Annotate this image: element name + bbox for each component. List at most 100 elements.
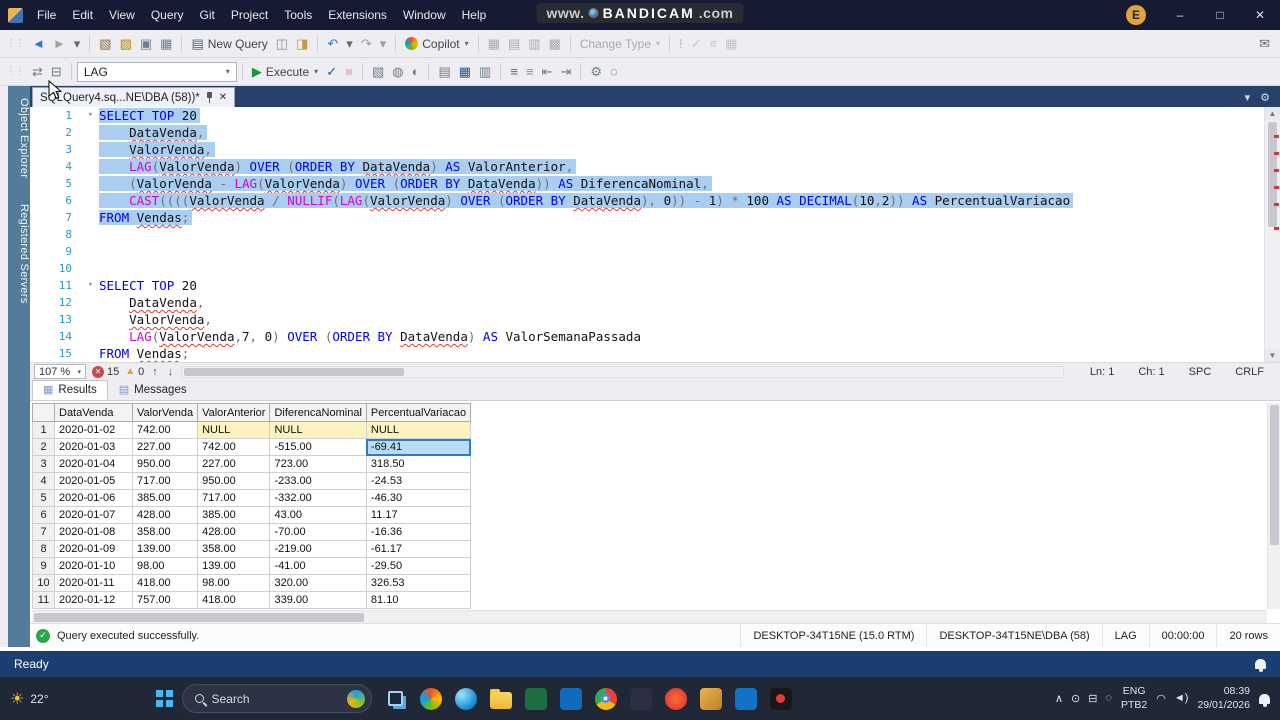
grid-cell[interactable]: 2020-01-07 [54, 506, 133, 524]
menu-git[interactable]: Git [192, 1, 223, 29]
grid-cell[interactable]: 98.00 [131, 557, 199, 575]
code-line-8[interactable]: 8 [30, 226, 1264, 243]
grid-cell[interactable]: 428.00 [131, 506, 199, 524]
bandicam-record-icon[interactable] [769, 687, 792, 710]
grid-cell[interactable]: 98.00 [197, 574, 271, 592]
results-to-text-icon-button[interactable]: ▤ [434, 63, 454, 80]
database-engine-query-icon-button[interactable]: ◨ [292, 35, 312, 52]
grid-cell[interactable]: 227.00 [131, 438, 199, 456]
notification-center-icon[interactable] [1259, 693, 1270, 707]
fold-collapse-icon[interactable]: ▾ [82, 107, 99, 124]
menu-tools[interactable]: Tools [276, 1, 320, 29]
notifications-bell-icon[interactable] [1255, 659, 1266, 672]
column-header-datavenda[interactable]: DataVenda [54, 403, 133, 422]
grid-cell[interactable]: 385.00 [197, 506, 271, 524]
scroll-down-icon[interactable]: ▼ [1265, 349, 1280, 362]
save-all-icon-button[interactable]: ▦ [156, 35, 176, 52]
grid-cell[interactable]: 2020-01-09 [54, 540, 133, 558]
grid-cell[interactable]: 757.00 [131, 591, 199, 609]
menu-view[interactable]: View [101, 1, 143, 29]
pin-icon[interactable] [206, 92, 213, 103]
grid-cell[interactable]: 950.00 [131, 455, 199, 473]
volume-icon[interactable]: ◄) [1174, 692, 1189, 705]
copilot-button[interactable]: Copilot ▾ [401, 35, 472, 53]
code-line-7[interactable]: 7 FROM Vendas; [30, 209, 1264, 226]
code-line-4[interactable]: 4 LAG(ValorVenda) OVER (ORDER BY DataVen… [30, 158, 1264, 175]
error-count-badge[interactable]: ✕ 15 [92, 365, 119, 378]
grid-cell[interactable]: 717.00 [131, 472, 199, 490]
grid-cell[interactable]: 11.17 [365, 506, 472, 524]
query-options-icon-button[interactable]: ⚙ [586, 63, 606, 80]
code-line-11[interactable]: 11 ▾ SELECT TOP 20 [30, 277, 1264, 294]
column-header-valorvenda[interactable]: ValorVenda [131, 403, 199, 422]
code-line-6[interactable]: 6 CAST((((ValorVenda / NULLIF(LAG(ValorV… [30, 192, 1264, 209]
editor-vertical-scrollbar[interactable]: ▲ ▼ [1264, 107, 1280, 362]
nav-back-icon-button[interactable]: ◄ [28, 35, 49, 52]
language-indicator[interactable]: ENG PTB2 [1121, 685, 1147, 711]
camera-icon[interactable]: ⊙ [1071, 692, 1080, 705]
increase-indent-icon-button[interactable]: ⇥ [556, 63, 575, 80]
close-tab-icon[interactable]: ✕ [219, 92, 227, 103]
results-to-file-icon-button[interactable]: ▥ [475, 63, 495, 80]
zoom-selector[interactable]: 107 % ▾ [34, 364, 86, 379]
grid-cell[interactable]: 2020-01-12 [54, 591, 133, 609]
grid-cell[interactable]: -332.00 [269, 489, 367, 507]
grid-cell[interactable]: -16.36 [365, 523, 472, 541]
column-header-valoranterior[interactable]: ValorAnterior [197, 403, 271, 422]
menu-edit[interactable]: Edit [64, 1, 101, 29]
grid-cell[interactable]: -233.00 [269, 472, 367, 490]
data-studio-icon[interactable] [734, 687, 757, 710]
code-editor[interactable]: 1 ▾ SELECT TOP 20 2 DataVenda, 3 ValorVenda,… [30, 107, 1280, 362]
grid-cell[interactable]: 227.00 [197, 455, 271, 473]
grid-cell[interactable]: 339.00 [269, 591, 367, 609]
menu-help[interactable]: Help [454, 1, 495, 29]
usb-device-icon[interactable]: ⊟ [1088, 692, 1097, 705]
messages-tab[interactable]: ▤ Messages [108, 380, 198, 400]
connect-icon-button[interactable]: ⇄ [28, 63, 47, 80]
code-line-13[interactable]: 13 ValorVenda, [30, 311, 1264, 328]
grid-cell[interactable]: 2020-01-08 [54, 523, 133, 541]
grid-cell[interactable]: -24.53 [365, 472, 472, 490]
grid-cell[interactable]: 2020-01-10 [54, 557, 133, 575]
grid-cell[interactable]: -29.50 [365, 557, 472, 575]
next-issue-button[interactable]: ↓ [166, 366, 176, 378]
code-line-2[interactable]: 2 DataVenda, [30, 124, 1264, 141]
comment-selection-icon-button[interactable]: ≡ [506, 63, 522, 80]
intellisense-enabled-icon-button[interactable]: ◌ [606, 63, 622, 80]
menu-project[interactable]: Project [223, 1, 276, 29]
decrease-indent-icon-button[interactable]: ⇤ [538, 63, 557, 80]
grid-cell[interactable]: 2020-01-03 [54, 438, 133, 456]
open-file-icon-button[interactable]: ▨ [116, 35, 136, 52]
warning-count-badge[interactable]: ▲ 0 [125, 366, 144, 378]
grid-cell[interactable]: -46.30 [365, 489, 472, 507]
save-icon-button[interactable]: ▣ [136, 35, 156, 52]
grid-cell[interactable]: 385.00 [131, 489, 199, 507]
grid-cell[interactable]: 2020-01-04 [54, 455, 133, 473]
new-project-icon-button[interactable]: ▧ [95, 35, 115, 52]
code-line-12[interactable]: 12 DataVenda, [30, 294, 1264, 311]
row-header-cell[interactable]: 9 [32, 557, 55, 575]
row-header-cell[interactable]: 2 [32, 438, 55, 456]
row-header-cell[interactable]: 8 [32, 540, 55, 558]
opera-icon[interactable] [664, 687, 687, 710]
code-line-14[interactable]: 14 LAG(ValorVenda,7, 0) OVER (ORDER BY D… [30, 328, 1264, 345]
grid-cell[interactable]: 139.00 [197, 557, 271, 575]
grid-cell[interactable]: 43.00 [269, 506, 367, 524]
change-connection-icon-button[interactable]: ⊟ [47, 63, 66, 80]
redo-icon-button[interactable]: ↷ [357, 35, 376, 52]
column-header-percentualvariacao[interactable]: PercentualVariacao [365, 403, 472, 422]
previous-issue-button[interactable]: ↑ [150, 366, 160, 378]
grid-cell[interactable]: 2020-01-05 [54, 472, 133, 490]
file-explorer-icon[interactable] [489, 688, 512, 709]
store-icon[interactable] [559, 687, 582, 710]
include-client-statistics-icon-button[interactable]: ◐ [408, 63, 424, 80]
edge-icon[interactable] [454, 687, 477, 710]
code-line-1[interactable]: 1 ▾ SELECT TOP 20 [30, 107, 1264, 124]
results-grid[interactable]: DataVenda ValorVenda ValorAnterior Diferenc… [32, 403, 472, 609]
row-header-cell[interactable]: 11 [32, 591, 55, 609]
row-header-cell[interactable]: 5 [32, 489, 55, 507]
grid-cell[interactable]: 81.10 [365, 591, 472, 609]
column-header-diferencanominal[interactable]: DiferencaNominal [269, 403, 367, 422]
maximize-button[interactable]: □ [1200, 0, 1240, 30]
include-live-statistics-icon-button[interactable]: ◍ [388, 63, 407, 80]
